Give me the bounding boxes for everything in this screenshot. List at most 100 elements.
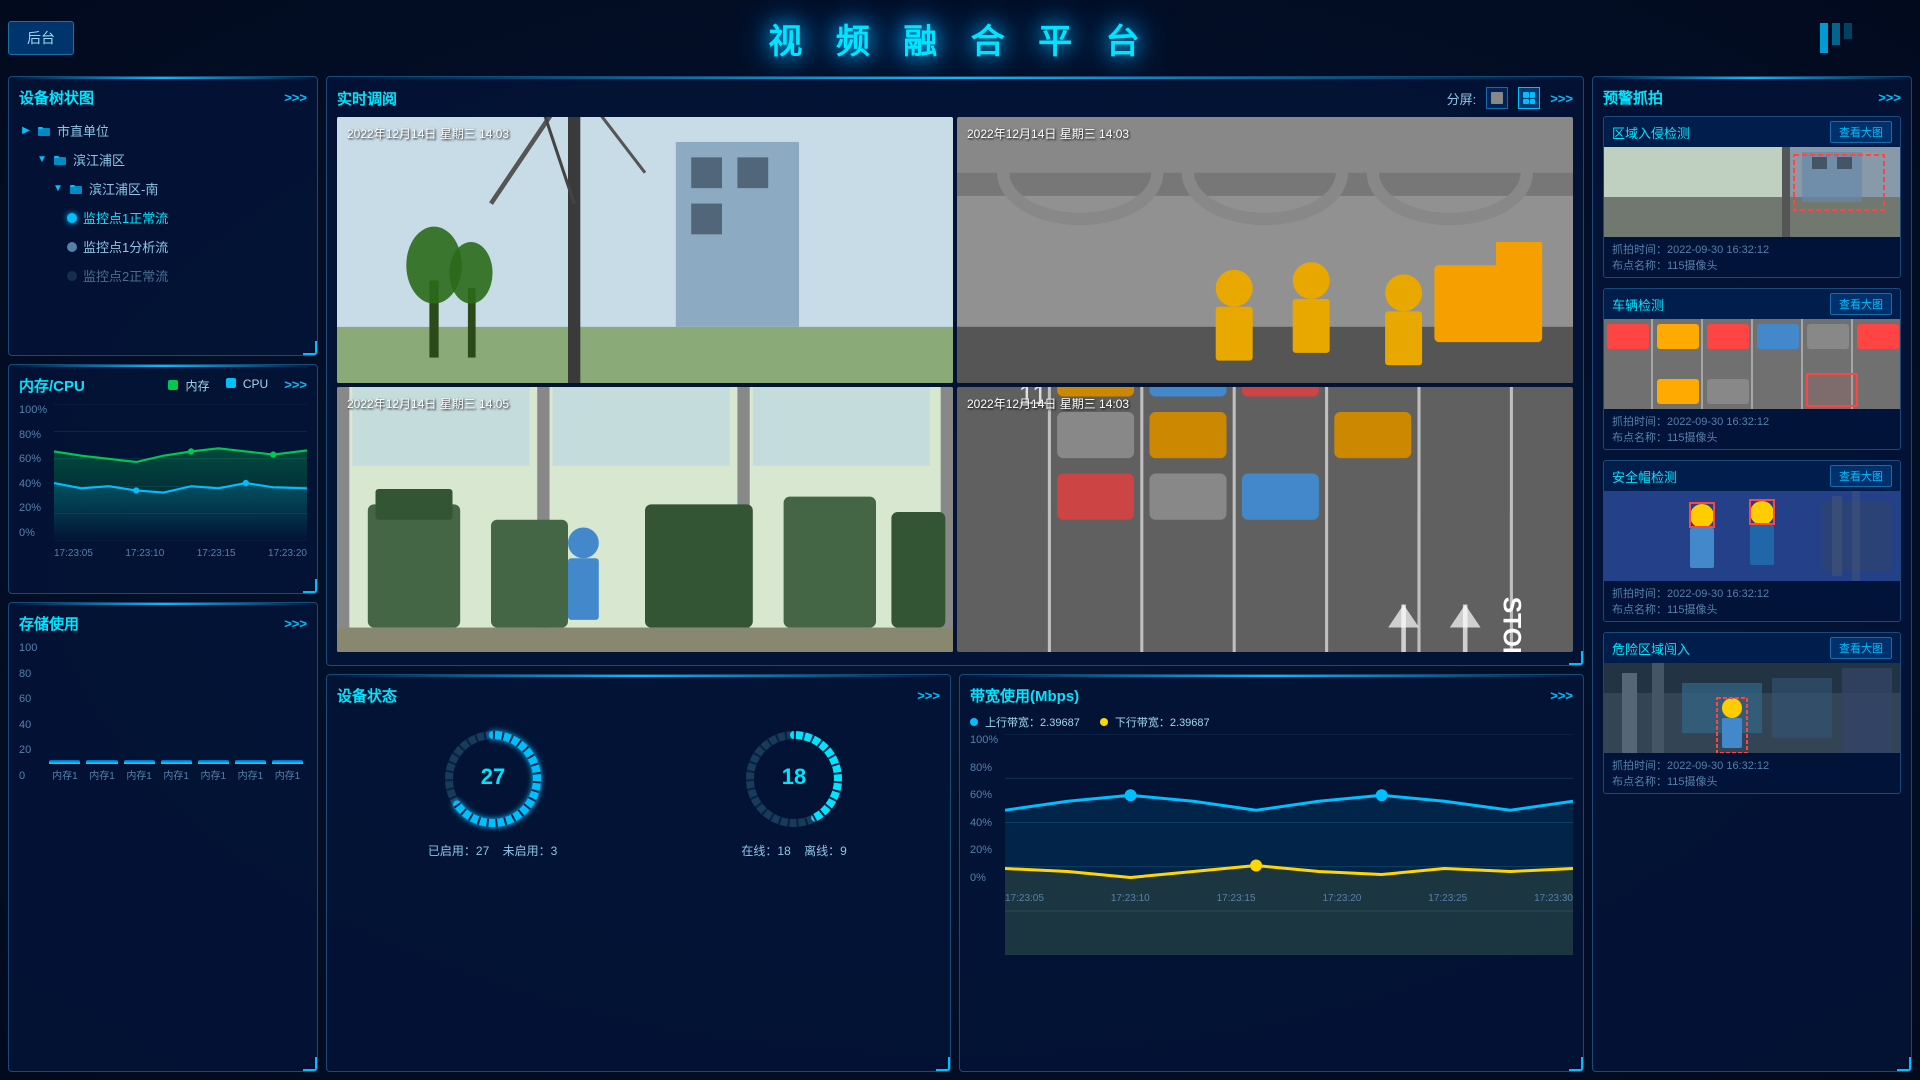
bw-chart: 100% 80% 60% 40% 20% 0% xyxy=(970,734,1573,909)
tree-item-monitor2-normal[interactable]: 监控点2正常流 xyxy=(19,261,307,290)
alert-vehicle-meta: 抓拍时间：2022-09-30 16:32:12 布点名称：115摄像头 xyxy=(1604,409,1900,449)
alert-vehicle-header: 车辆检测 查看大图 xyxy=(1604,289,1900,319)
realtime-more[interactable]: >>> xyxy=(1550,91,1573,106)
split-single-btn[interactable] xyxy=(1486,87,1508,109)
header-decoration xyxy=(1820,23,1852,53)
bar-2 xyxy=(86,760,117,764)
bar-group-5: 内存1 xyxy=(198,760,229,782)
bar-6 xyxy=(235,760,266,764)
alert-vehicle-img xyxy=(1604,319,1900,409)
legend-mem-label: 内存 xyxy=(186,379,210,393)
tree-item-shizhi[interactable]: ▶ 市直单位 xyxy=(19,116,307,145)
split-quad-btn[interactable] xyxy=(1518,87,1540,109)
realtime-panel: 实时调阅 分屏: >>> xyxy=(326,76,1584,666)
factory-scene xyxy=(337,387,953,653)
mem-cpu-svg xyxy=(54,404,307,541)
alert-helmet-meta: 抓拍时间：2022-09-30 16:32:12 布点名称：115摄像头 xyxy=(1604,581,1900,621)
bw-up-dot xyxy=(970,718,978,726)
bw-down-label: 下行带宽：2.39687 xyxy=(1115,717,1210,729)
video-timestamp-3: 2022年12月14日 星期三 14:05 xyxy=(347,395,509,412)
bar-4 xyxy=(161,760,192,764)
legend-cpu-label: CPU xyxy=(243,377,268,391)
storage-chart-container: 100 80 60 40 20 0 内存1 内存 xyxy=(19,642,307,802)
video-cell-2[interactable]: 2022年12月14日 星期三 14:03 xyxy=(957,117,1573,383)
bandwidth-more[interactable]: >>> xyxy=(1550,688,1573,703)
bw-x-labels: 17:23:05 17:23:10 17:23:15 17:23:20 17:2… xyxy=(1005,893,1573,904)
gauge-online: 18 在线：18 离线：9 xyxy=(739,724,849,859)
mem-cpu-more[interactable]: >>> xyxy=(284,377,307,394)
bw-legend-down: 下行带宽：2.39687 xyxy=(1100,714,1210,730)
tree-label-shizhi: 市直单位 xyxy=(57,121,109,140)
mem-cpu-title: 内存/CPU xyxy=(19,375,85,396)
bw-up-label: 上行带宽：2.39687 xyxy=(985,717,1080,729)
tree-label-monitor1-normal: 监控点1正常流 xyxy=(83,208,168,227)
deco-bar-3 xyxy=(1844,23,1852,39)
svg-text:18: 18 xyxy=(782,764,806,789)
mem-cpu-header: 内存/CPU 内存 CPU >>> xyxy=(19,375,307,396)
split-single-icon xyxy=(1491,92,1503,104)
bw-legend-up: 上行带宽：2.39687 xyxy=(970,714,1080,730)
alert-danger-scene xyxy=(1604,663,1900,753)
video-cell-4[interactable]: 2022年12月14日 星期三 14:03 xyxy=(957,387,1573,653)
alert-danger-view-btn[interactable]: 查看大图 xyxy=(1830,637,1892,659)
bar-group-6: 内存1 xyxy=(235,760,266,782)
alert-vehicle-scene xyxy=(1604,319,1900,409)
alert-vehicle-view-btn[interactable]: 查看大图 xyxy=(1830,293,1892,315)
alert-danger-meta: 抓拍时间：2022-09-30 16:32:12 布点名称：115摄像头 xyxy=(1604,753,1900,793)
mem-cpu-panel: 内存/CPU 内存 CPU >>> 100% 80% xyxy=(8,364,318,594)
tree-item-binjianpu-south[interactable]: ▼ 滨江浦区-南 xyxy=(19,174,307,203)
folder-icon xyxy=(37,124,51,138)
device-status-more[interactable]: >>> xyxy=(917,688,940,703)
bar-7 xyxy=(272,760,303,764)
status-dot-active xyxy=(67,213,77,223)
alert-helmet-img xyxy=(1604,491,1900,581)
bar-3 xyxy=(124,760,155,764)
back-button[interactable]: 后台 xyxy=(8,21,74,55)
bar-5 xyxy=(198,760,229,764)
alert-header: 预警抓拍 >>> xyxy=(1603,87,1901,108)
alert-item-danger: 危险区域闯入 查看大图 xyxy=(1603,632,1901,794)
alert-more[interactable]: >>> xyxy=(1878,90,1901,105)
bandwidth-title: 带宽使用(Mbps) xyxy=(970,685,1079,706)
alert-danger-img xyxy=(1604,663,1900,753)
alert-zone-meta: 抓拍时间：2022-09-30 16:32:12 布点名称：115摄像头 xyxy=(1604,237,1900,277)
bar-group-2: 内存1 xyxy=(86,760,117,782)
mem-cpu-x-labels: 17:23:05 17:23:10 17:23:15 17:23:20 xyxy=(54,548,307,559)
bar-group-3: 内存1 xyxy=(124,760,155,782)
crane-scene xyxy=(337,117,953,383)
gauge-row: 27 已启用：27 未启用：3 xyxy=(337,714,940,869)
tree-item-binjianpu[interactable]: ▼ 滨江浦区 xyxy=(19,145,307,174)
alert-zone-img xyxy=(1604,147,1900,237)
bar-group-1: 内存1 xyxy=(49,760,80,782)
alert-item-vehicle: 车辆检测 查看大图 xyxy=(1603,288,1901,450)
legend-cpu: CPU xyxy=(226,377,269,394)
alert-item-helmet: 安全帽检测 查看大图 xyxy=(1603,460,1901,622)
bw-y-labels: 100% 80% 60% 40% 20% 0% xyxy=(970,734,1005,884)
storage-title: 存储使用 xyxy=(19,613,79,634)
svg-text:STOP: STOP xyxy=(1498,596,1525,652)
video-cell-3[interactable]: 2022年12月14日 星期三 14:05 xyxy=(337,387,953,653)
page-title: 视 频 融 合 平 台 xyxy=(768,14,1151,63)
alert-zone-scene xyxy=(1604,147,1900,237)
tree-item-monitor1-normal[interactable]: 监控点1正常流 xyxy=(19,203,307,232)
gauge-enabled-svg: 27 xyxy=(438,724,548,834)
alert-danger-header: 危险区域闯入 查看大图 xyxy=(1604,633,1900,663)
video-controls: 分屏: >>> xyxy=(1447,87,1573,109)
deco-bar-2 xyxy=(1832,23,1840,45)
alert-helmet-view-btn[interactable]: 查看大图 xyxy=(1830,465,1892,487)
bar-group-4: 内存1 xyxy=(161,760,192,782)
video-cell-1[interactable]: 2022年12月14日 星期三 14:03 xyxy=(337,117,953,383)
alert-panel: 预警抓拍 >>> 区域入侵检测 查看大图 xyxy=(1592,76,1912,1072)
split-quad-icon xyxy=(1523,92,1535,104)
status-dot-dark xyxy=(67,271,77,281)
alert-helmet-header: 安全帽检测 查看大图 xyxy=(1604,461,1900,491)
tree-arrow-shizhi: ▶ xyxy=(19,124,33,138)
tree-label-monitor2-normal: 监控点2正常流 xyxy=(83,266,168,285)
tree-item-monitor1-analysis[interactable]: 监控点1分析流 xyxy=(19,232,307,261)
tree-label-binjianpu: 滨江浦区 xyxy=(73,150,125,169)
alert-zone-view-btn[interactable]: 查看大图 xyxy=(1830,121,1892,143)
storage-more[interactable]: >>> xyxy=(284,616,307,631)
device-tree-more[interactable]: >>> xyxy=(284,90,307,105)
device-tree-title: 设备树状图 xyxy=(19,87,94,108)
legend-cpu-dot xyxy=(226,378,236,388)
